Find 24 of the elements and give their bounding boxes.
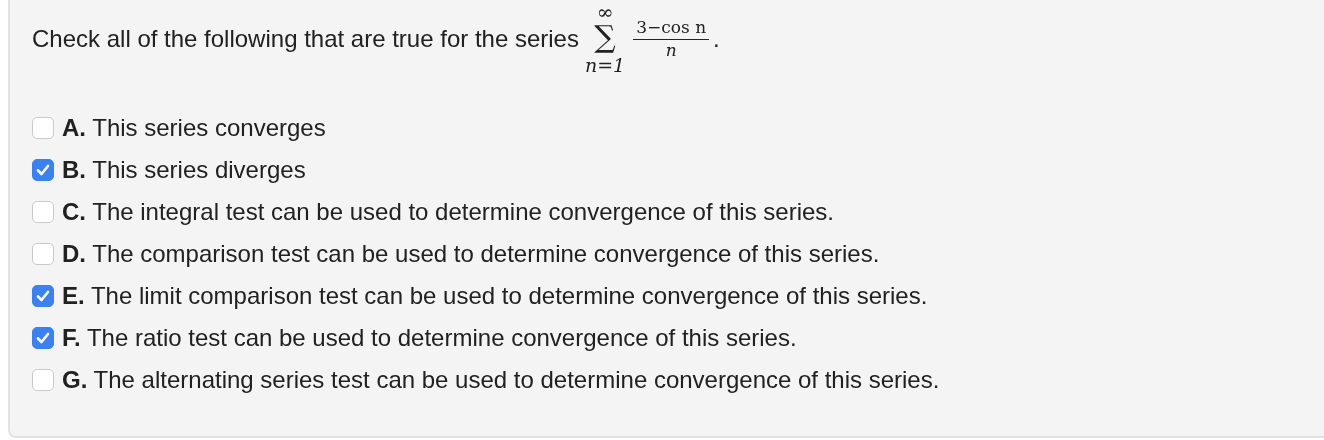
checkbox[interactable] xyxy=(32,117,54,139)
checkbox[interactable] xyxy=(32,201,54,223)
checkbox[interactable] xyxy=(32,285,54,307)
fraction-denominator: n xyxy=(665,40,677,61)
summation-sign: ∑ xyxy=(594,22,616,52)
upper-limit: ∞ xyxy=(596,2,614,22)
option-label[interactable]: F. The ratio test can be used to determine convergence of this series. xyxy=(62,320,797,356)
checkbox[interactable] xyxy=(32,159,54,181)
check-icon xyxy=(35,162,51,178)
option-label[interactable]: G. The alternating series test can be used to determine convergence of this series. xyxy=(62,362,940,398)
option-label[interactable]: A. This series converges xyxy=(62,110,326,146)
checkbox[interactable] xyxy=(32,327,54,349)
check-icon xyxy=(35,288,51,304)
option-label[interactable]: D. The comparison test can be used to determine convergence of this series. xyxy=(62,236,880,272)
period: . xyxy=(713,23,720,54)
checkbox[interactable] xyxy=(32,243,54,265)
option-label[interactable]: B. This series diverges xyxy=(62,152,306,188)
option-label[interactable]: E. The limit comparison test can be used to determine convergence of this series. xyxy=(62,278,928,314)
checkbox[interactable] xyxy=(32,369,54,391)
option-label[interactable]: C. The integral test can be used to determine convergence of this series. xyxy=(62,194,834,230)
check-icon xyxy=(35,330,51,346)
lower-limit: n=1 xyxy=(584,56,626,75)
fraction-numerator: 3−cos n xyxy=(633,16,710,40)
question-text: Check all of the following that are true for the series xyxy=(32,23,579,54)
